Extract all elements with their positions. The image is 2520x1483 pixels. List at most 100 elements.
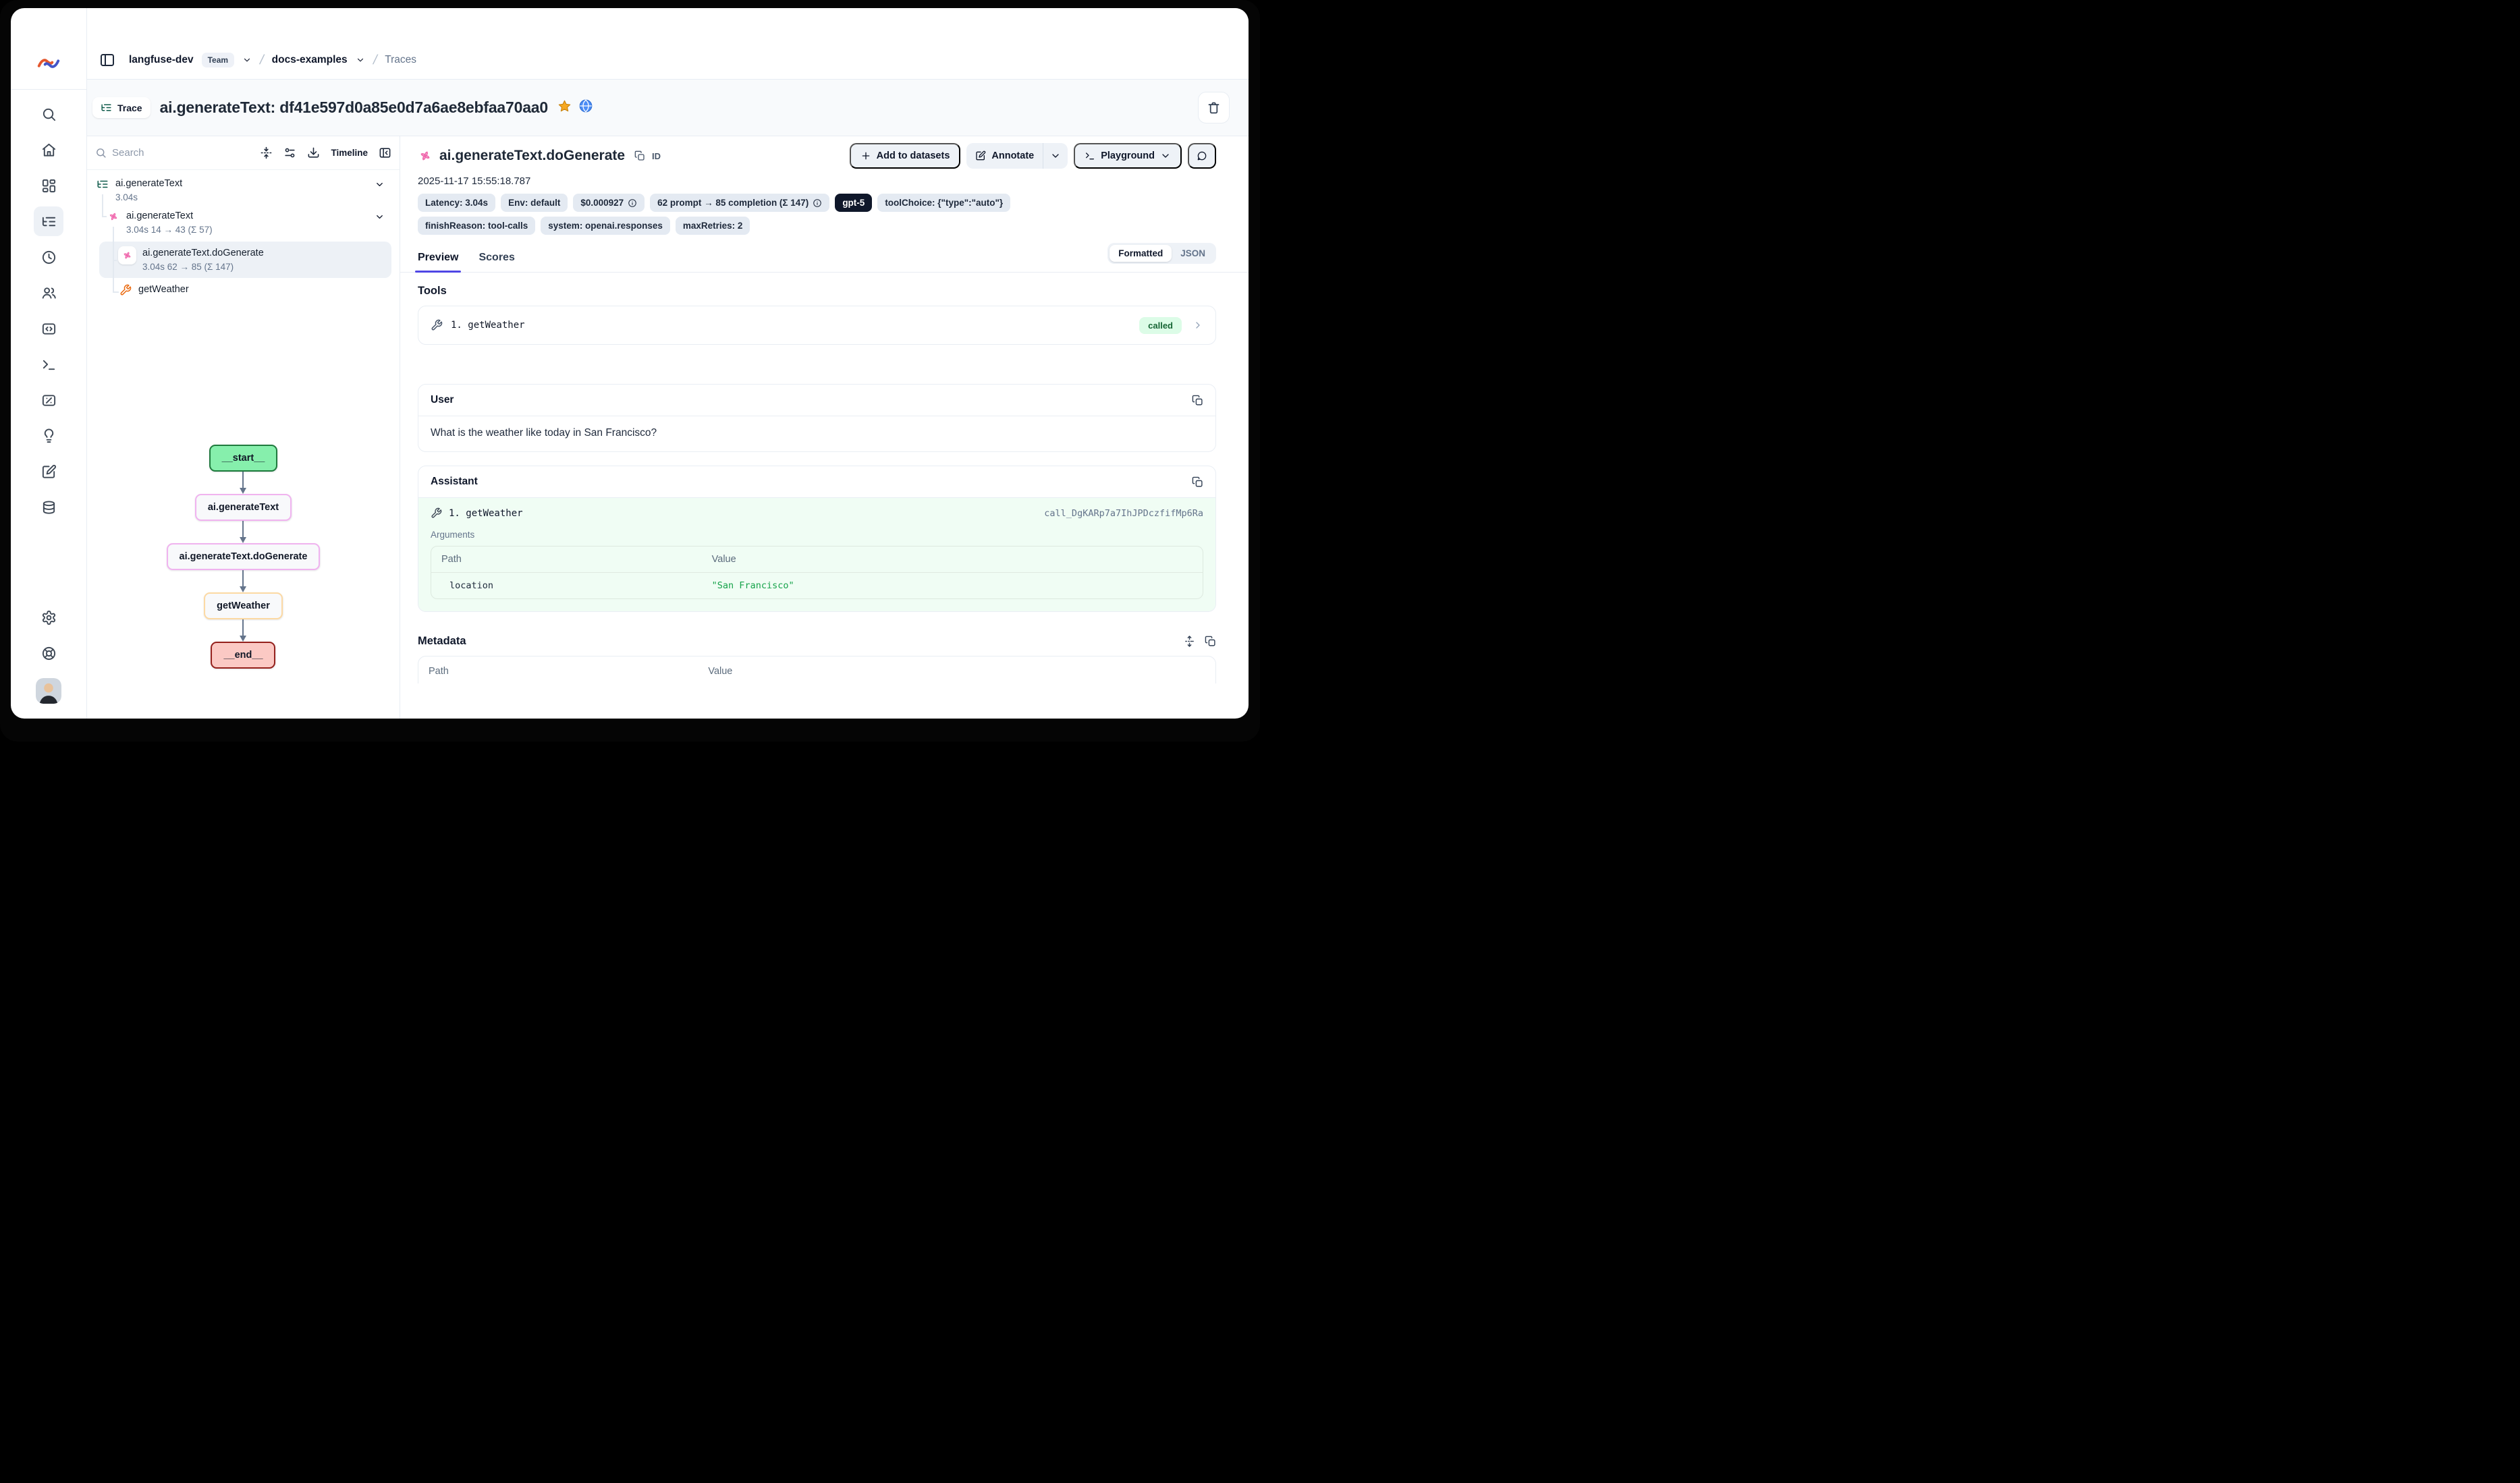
trace-tree-icon[interactable]: [34, 206, 63, 236]
org-name[interactable]: langfuse-dev: [129, 54, 194, 66]
tree-connector: [102, 194, 103, 217]
user-message-card: User What is the weather like today in S…: [418, 384, 1216, 452]
public-globe-icon[interactable]: [578, 99, 593, 117]
maxretries-badge: maxRetries: 2: [676, 217, 750, 235]
percent-card-icon[interactable]: [34, 385, 63, 415]
graph-edge-arrow: [238, 570, 248, 592]
expand-vertical-icon[interactable]: [1184, 636, 1195, 647]
tool-definition-row[interactable]: 1. getWeather called: [418, 306, 1216, 345]
plus-icon: [860, 150, 871, 161]
bookmark-star-icon[interactable]: [557, 99, 572, 117]
copy-icon[interactable]: [1205, 636, 1216, 647]
graph-node-dogenerate[interactable]: ai.generateText.doGenerate: [167, 543, 321, 570]
env-badge: Env: default: [501, 194, 568, 212]
users-icon[interactable]: [34, 278, 63, 308]
args-col-value: Value: [712, 554, 1193, 565]
org-chevron-down-icon[interactable]: [242, 55, 252, 65]
graph-edge-arrow: [238, 521, 248, 543]
toggle-formatted[interactable]: Formatted: [1110, 245, 1172, 262]
search-icon[interactable]: [34, 99, 63, 129]
meta-col-value: Value: [708, 666, 1205, 677]
copy-id-icon[interactable]: [634, 150, 645, 161]
tree-connector: [113, 260, 117, 261]
langfuse-logo-icon[interactable]: [36, 50, 61, 77]
collapse-panel-icon[interactable]: [379, 146, 391, 159]
terminal-icon: [1085, 150, 1095, 161]
model-badge[interactable]: gpt-5: [835, 194, 872, 212]
delete-trace-button[interactable]: [1198, 92, 1230, 123]
graph-edge-arrow: [238, 619, 248, 642]
support-lifebuoy-icon[interactable]: [34, 638, 63, 668]
database-icon[interactable]: [34, 493, 63, 522]
search-input[interactable]: [112, 147, 249, 159]
tree-row-tool[interactable]: getWeather: [97, 283, 393, 297]
search-icon: [95, 147, 107, 159]
tool-wrench-icon: [119, 284, 132, 296]
toggle-json[interactable]: JSON: [1172, 245, 1214, 262]
arguments-table: Path Value location "San Francisco": [431, 546, 1203, 599]
settings-gear-icon[interactable]: [34, 603, 63, 632]
project-name[interactable]: docs-examples: [272, 54, 348, 66]
graph-node-generatetext[interactable]: ai.generateText: [195, 494, 292, 521]
breadcrumb: langfuse-dev Team / docs-examples / Trac…: [87, 8, 1249, 80]
display-settings-icon[interactable]: [283, 146, 296, 159]
comment-bubble-icon: [1197, 150, 1207, 161]
clipboard-pen-icon[interactable]: [34, 457, 63, 486]
tab-scores[interactable]: Scores: [478, 252, 514, 272]
trace-tree-panel: Timeline ai.generateText 3.04s: [87, 136, 400, 719]
id-label: ID: [652, 151, 661, 161]
annotate-button[interactable]: Annotate: [966, 143, 1043, 169]
observation-detail-panel: ai.generateText.doGenerate ID Add to dat…: [400, 136, 1249, 719]
user-heading: User: [431, 394, 454, 406]
collapse-all-icon[interactable]: [260, 146, 273, 159]
comments-button[interactable]: [1188, 143, 1216, 169]
dashboard-grid-icon[interactable]: [34, 171, 63, 200]
home-icon[interactable]: [34, 135, 63, 165]
graph-node-end[interactable]: __end__: [211, 642, 275, 669]
cost-badge: $0.000927: [573, 194, 645, 212]
latency-badge: Latency: 3.04s: [418, 194, 495, 212]
add-to-datasets-button[interactable]: Add to datasets: [850, 143, 961, 169]
tool-called-badge: called: [1139, 317, 1182, 334]
sessions-clock-icon[interactable]: [34, 242, 63, 272]
metadata-heading: Metadata: [418, 635, 466, 648]
pen-square-icon: [975, 150, 986, 161]
copy-icon[interactable]: [1192, 395, 1203, 406]
chevron-down-icon[interactable]: [375, 179, 385, 190]
user-avatar[interactable]: [36, 678, 61, 704]
tree-row-generation[interactable]: ai.generateText 3.04s 14 → 43 (Σ 57): [97, 209, 393, 236]
args-table-row: location "San Francisco": [431, 573, 1203, 598]
sidebar-toggle-icon[interactable]: [99, 52, 115, 68]
search-box[interactable]: [95, 147, 249, 159]
terminal-icon[interactable]: [34, 349, 63, 379]
detail-tabs: Preview Scores Formatted JSON: [400, 246, 1249, 273]
timeline-toggle-label[interactable]: Timeline: [331, 148, 368, 158]
graph-node-getweather[interactable]: getWeather: [204, 592, 283, 619]
chevron-down-icon[interactable]: [375, 212, 385, 222]
info-icon[interactable]: [813, 198, 822, 208]
preview-content[interactable]: Tools 1. getWeather called User What is …: [400, 273, 1249, 719]
file-code-icon[interactable]: [34, 314, 63, 343]
tab-preview[interactable]: Preview: [418, 252, 458, 272]
tree-row-generation-selected[interactable]: ai.generateText.doGenerate 3.04s 62 → 85…: [99, 242, 391, 278]
playground-button[interactable]: Playground: [1074, 143, 1182, 169]
trace-badge-label: Trace: [117, 103, 142, 113]
info-icon[interactable]: [628, 198, 637, 208]
tool-name: 1. getWeather: [451, 320, 525, 331]
trace-type-badge: Trace: [92, 97, 150, 118]
download-icon[interactable]: [307, 146, 320, 159]
assistant-message-card: Assistant 1. getWeather call_DgKARp7a7Ih…: [418, 466, 1216, 612]
breadcrumb-page[interactable]: Traces: [385, 54, 416, 66]
tree-row-meta: 3.04s 62 → 85 (Σ 147): [142, 260, 264, 273]
tree-toolbar: Timeline: [87, 136, 400, 170]
chevron-right-icon[interactable]: [1193, 320, 1203, 331]
tree-row-trace[interactable]: ai.generateText 3.04s: [97, 177, 393, 204]
observation-timestamp: 2025-11-17 15:55:18.787: [400, 169, 1249, 187]
annotate-dropdown-chevron[interactable]: [1043, 143, 1068, 169]
graph-node-start[interactable]: __start__: [209, 445, 278, 472]
project-chevron-down-icon[interactable]: [356, 55, 365, 65]
lightbulb-icon[interactable]: [34, 421, 63, 451]
arg-path: location: [441, 580, 712, 591]
screenshot-backdrop: langfuse-dev Team / docs-examples / Trac…: [0, 0, 1260, 742]
copy-icon[interactable]: [1192, 476, 1203, 488]
